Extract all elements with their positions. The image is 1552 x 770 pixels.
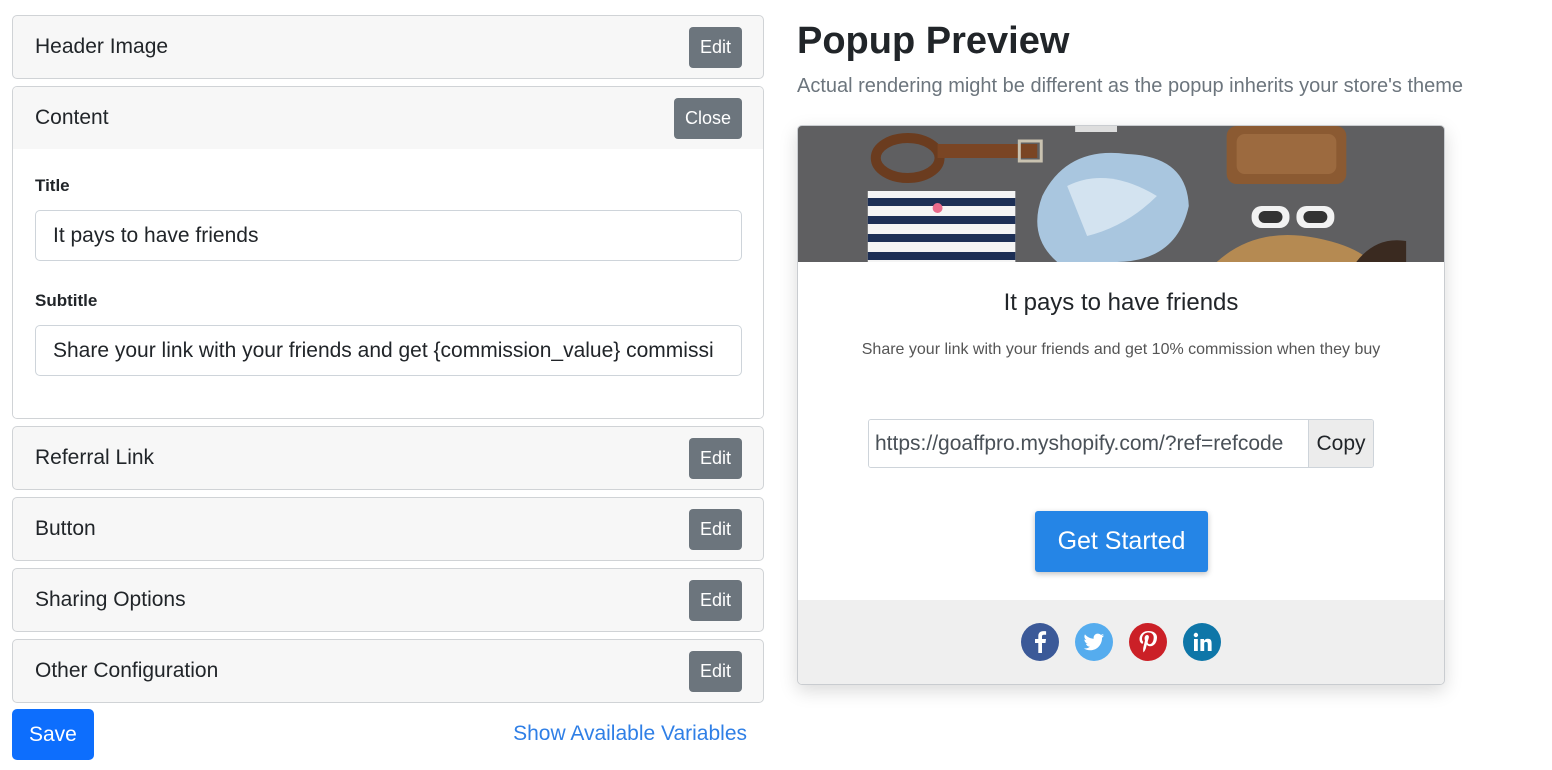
referral-link-header[interactable]: Referral Link Edit xyxy=(13,427,763,489)
subtitle-label: Subtitle xyxy=(35,291,98,310)
preview-panel: Popup Preview Actual rendering might be … xyxy=(797,15,1537,685)
settings-panel: Header Image Edit Content Close Title It… xyxy=(12,15,764,710)
content-title: Content xyxy=(35,106,109,129)
popup-preview: It pays to have friends Share your link … xyxy=(797,125,1445,685)
content-section: Content Close Title It pays to have frie… xyxy=(12,86,764,419)
title-label: Title xyxy=(35,176,70,195)
title-input[interactable]: It pays to have friends xyxy=(35,210,742,261)
save-button[interactable]: Save xyxy=(12,709,94,760)
preview-note: Actual rendering might be different as t… xyxy=(797,75,1464,97)
referral-link-group: https://goaffpro.myshopify.com/?ref=refc… xyxy=(868,419,1374,468)
content-body: Title It pays to have friends Subtitle S… xyxy=(13,149,763,418)
show-variables-link[interactable]: Show Available Variables xyxy=(513,722,747,746)
referral-link-section: Referral Link Edit xyxy=(12,426,764,490)
other-configuration-edit-button[interactable]: Edit xyxy=(688,650,742,692)
subtitle-input[interactable]: Share your link with your friends and ge… xyxy=(35,325,742,376)
get-started-button[interactable]: Get Started xyxy=(1035,511,1208,572)
referral-link-input[interactable]: https://goaffpro.myshopify.com/?ref=refc… xyxy=(869,420,1308,467)
pinterest-icon[interactable] xyxy=(1129,623,1167,661)
header-image-title: Header Image xyxy=(35,35,169,58)
header-image-edit-button[interactable]: Edit xyxy=(688,26,742,68)
copy-button[interactable]: Copy xyxy=(1308,420,1373,467)
sharing-options-title: Sharing Options xyxy=(35,588,186,611)
button-title: Button xyxy=(35,517,96,540)
sharing-options-section: Sharing Options Edit xyxy=(12,568,764,632)
content-header[interactable]: Content Close xyxy=(13,87,763,149)
sharing-options-header[interactable]: Sharing Options Edit xyxy=(13,569,763,631)
popup-title: It pays to have friends xyxy=(1003,289,1239,316)
facebook-icon[interactable] xyxy=(1021,623,1059,661)
linkedin-icon[interactable] xyxy=(1183,623,1221,661)
other-configuration-header[interactable]: Other Configuration Edit xyxy=(13,640,763,702)
actions-bar: Save Show Available Variables xyxy=(12,709,752,760)
button-header[interactable]: Button Edit xyxy=(13,498,763,560)
other-configuration-section: Other Configuration Edit xyxy=(12,639,764,703)
sharing-options-edit-button[interactable]: Edit xyxy=(688,579,742,621)
preview-heading: Popup Preview xyxy=(797,20,1070,62)
header-image xyxy=(798,126,1444,262)
header-image-section: Header Image Edit xyxy=(12,15,764,79)
share-bar xyxy=(798,600,1444,684)
button-section: Button Edit xyxy=(12,497,764,561)
popup-subtitle: Share your link with your friends and ge… xyxy=(861,341,1381,358)
twitter-icon[interactable] xyxy=(1075,623,1113,661)
referral-link-edit-button[interactable]: Edit xyxy=(688,437,742,479)
button-edit-button[interactable]: Edit xyxy=(688,508,742,550)
other-configuration-title: Other Configuration xyxy=(35,659,219,682)
content-close-button[interactable]: Close xyxy=(673,97,742,139)
header-image-header[interactable]: Header Image Edit xyxy=(13,16,763,78)
referral-link-title: Referral Link xyxy=(35,446,155,469)
